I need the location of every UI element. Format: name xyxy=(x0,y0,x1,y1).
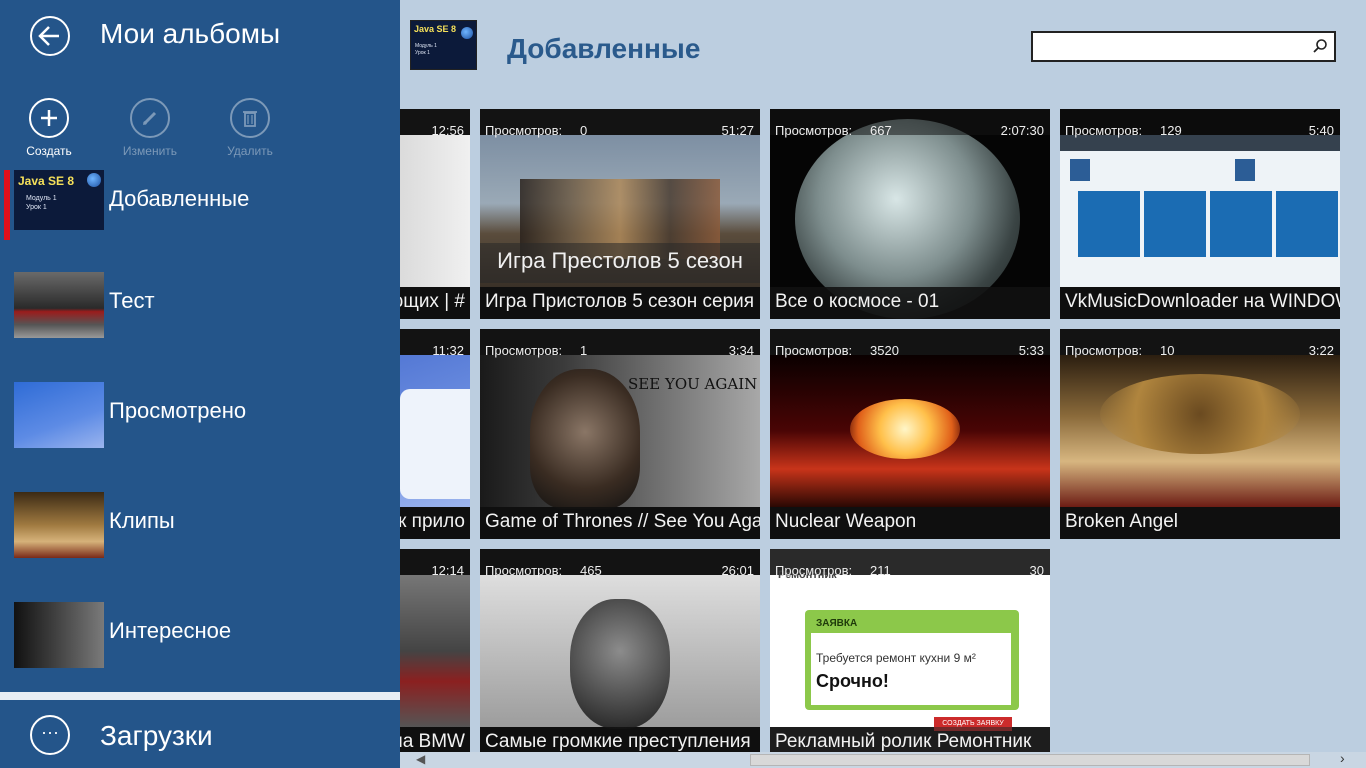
search-input[interactable] xyxy=(1031,31,1336,62)
edit-label: Изменить xyxy=(122,144,178,158)
views-label: Просмотров: xyxy=(485,563,563,578)
edit-album-button[interactable]: Изменить xyxy=(115,98,185,158)
album-name: Тест xyxy=(109,288,155,313)
scroll-left-icon[interactable]: ◀ xyxy=(416,752,425,766)
album-item-interesting[interactable]: Интересное xyxy=(0,602,400,672)
album-thumb-title: Java SE 8 xyxy=(414,24,457,34)
pencil-icon xyxy=(130,98,170,138)
album-item-test[interactable]: Тест xyxy=(0,272,400,342)
globe-icon xyxy=(87,173,101,187)
album-name: Клипы xyxy=(109,508,175,533)
album-thumbnail xyxy=(14,382,104,448)
views-label: Просмотров: xyxy=(775,343,853,358)
duration-label: 3:22 xyxy=(1308,343,1334,358)
scroll-right-icon[interactable]: › xyxy=(1340,750,1345,766)
ad-bold-text: Срочно! xyxy=(816,671,889,691)
video-tile[interactable]: Просмотров: 0 51:27 Игра Престолов 5 сез… xyxy=(480,109,760,319)
album-thumbnail xyxy=(14,492,104,558)
video-tile[interactable]: SEE YOU AGAIN Просмотров: 1 3:34 Game of… xyxy=(480,329,760,539)
views-count: 465 xyxy=(580,563,602,578)
views-label: Просмотров: xyxy=(775,563,853,578)
page-title: Добавленные xyxy=(507,33,701,64)
duration-label: 5:33 xyxy=(1018,343,1044,358)
views-count: 3520 xyxy=(870,343,899,358)
video-tile[interactable]: Просмотров: 465 26:01 Самые громкие прес… xyxy=(480,549,760,759)
trash-icon xyxy=(230,98,270,138)
panel-title: Мои альбомы xyxy=(100,18,281,49)
views-count: 667 xyxy=(870,123,892,138)
delete-album-button[interactable]: Удалить xyxy=(215,98,285,158)
video-tile[interactable]: Ремонтник ЗАЯВКА Требуется ремонт кухни … xyxy=(770,549,1050,759)
duration-label: 12:56 xyxy=(431,123,464,138)
thumbnail-caption: SEE YOU AGAIN xyxy=(628,375,758,393)
duration-label: 51:27 xyxy=(721,123,754,138)
create-album-button[interactable]: Создать xyxy=(14,98,84,158)
downloads-button[interactable]: ··· Загрузки xyxy=(0,700,400,768)
album-thumbnail xyxy=(14,602,104,668)
views-label: Просмотров: xyxy=(1065,123,1143,138)
albums-panel: Мои альбомы Создать Изменить Удалить Jav… xyxy=(0,0,400,768)
video-title: Nuclear Weapon xyxy=(770,507,1050,539)
album-item-clips[interactable]: Клипы xyxy=(0,492,400,562)
video-tile[interactable]: Просмотров: 667 2:07:30 Все о космосе - … xyxy=(770,109,1050,319)
panel-divider xyxy=(0,692,400,700)
video-title: VkMusicDownloader на WINDOWS xyxy=(1060,287,1340,319)
duration-label: 26:01 xyxy=(721,563,754,578)
views-label: Просмотров: xyxy=(485,123,563,138)
horizontal-scrollbar[interactable] xyxy=(400,752,1366,768)
ad-text: Требуется ремонт кухни 9 м² xyxy=(816,651,976,665)
selection-indicator xyxy=(4,170,10,240)
video-tile[interactable]: Просмотров: 129 5:40 VkMusicDownloader н… xyxy=(1060,109,1340,319)
video-tile[interactable]: Просмотров: 10 3:22 Broken Angel xyxy=(1060,329,1340,539)
plus-icon xyxy=(29,98,69,138)
duration-label: 12:14 xyxy=(431,563,464,578)
duration-label: 3:34 xyxy=(728,343,754,358)
delete-label: Удалить xyxy=(227,144,273,158)
more-icon: ··· xyxy=(30,715,70,755)
views-count: 129 xyxy=(1160,123,1182,138)
ad-header: ЗАЯВКА xyxy=(816,618,858,629)
back-arrow-icon xyxy=(38,26,59,46)
duration-label: 5:40 xyxy=(1308,123,1334,138)
globe-icon xyxy=(461,27,473,39)
album-name: Интересное xyxy=(109,618,232,643)
album-item-added[interactable]: Java SE 8 Модуль 1 Урок 1 Добавленные xyxy=(0,170,400,240)
video-title: Broken Angel xyxy=(1060,507,1340,539)
create-label: Создать xyxy=(26,144,72,158)
views-count: 1 xyxy=(580,343,588,358)
video-title: Game of Thrones // See You Again xyxy=(480,507,760,539)
album-thumbnail: Java SE 8 Модуль 1 Урок 1 xyxy=(410,20,477,70)
album-name: Просмотрено xyxy=(109,398,247,423)
video-tile[interactable]: Просмотров: 3520 5:33 Nuclear Weapon xyxy=(770,329,1050,539)
scrollbar-thumb[interactable] xyxy=(750,754,1310,766)
back-button[interactable] xyxy=(30,16,70,56)
duration-label: 2:07:30 xyxy=(1000,123,1044,138)
views-label: Просмотров: xyxy=(485,343,563,358)
album-name: Добавленные xyxy=(109,186,250,211)
video-title: Все о космосе - 01 xyxy=(770,287,1050,319)
views-label: Просмотров: xyxy=(1065,343,1143,358)
thumbnail-caption: Игра Престолов 5 сезон xyxy=(480,243,760,283)
album-thumbnail xyxy=(14,272,104,338)
views-count: 10 xyxy=(1160,343,1175,358)
search-icon[interactable] xyxy=(1312,38,1328,54)
downloads-label: Загрузки xyxy=(100,720,213,751)
views-count: 0 xyxy=(580,123,588,138)
views-label: Просмотров: xyxy=(775,123,853,138)
album-thumbnail: Java SE 8 Модуль 1 Урок 1 xyxy=(14,170,104,230)
video-title: Игра Пристолов 5 сезон серия 1 xyxy=(480,287,760,319)
duration-label: 30 xyxy=(1029,563,1044,578)
album-thumb-subtitle: Модуль 1 Урок 1 xyxy=(415,43,437,56)
views-count: 211 xyxy=(870,563,891,578)
duration-label: 11:32 xyxy=(432,343,464,358)
album-item-viewed[interactable]: Просмотрено xyxy=(0,382,400,452)
